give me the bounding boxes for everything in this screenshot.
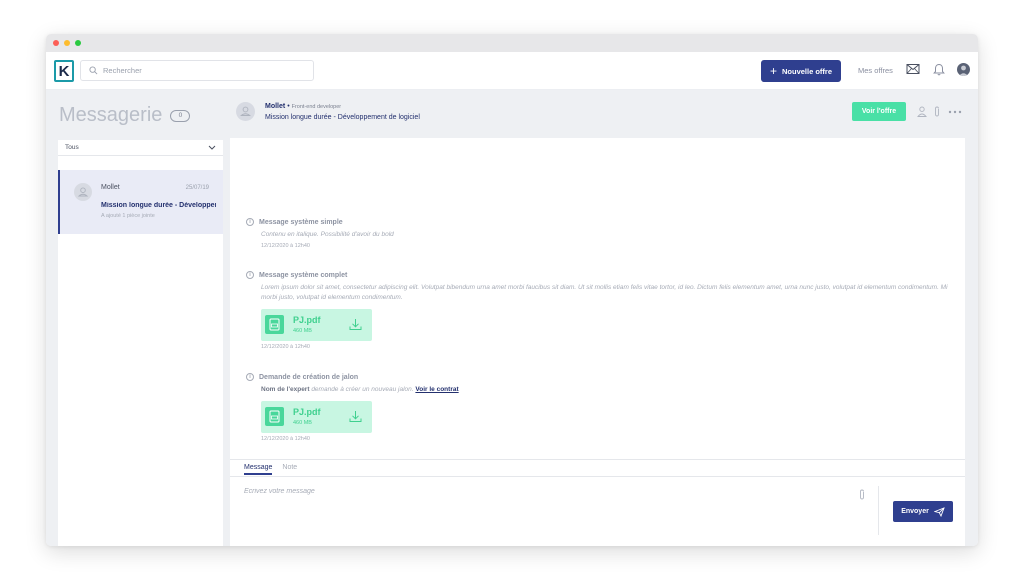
- message-timestamp: 12/12/2020 à 12h40: [261, 243, 310, 249]
- conversation-item[interactable]: Mollet 25/07/19 Mission longue durée - D…: [58, 170, 223, 234]
- user-avatar[interactable]: [957, 63, 970, 76]
- message-header: i Message système complet: [246, 271, 958, 279]
- top-navigation: K + Nouvelle offre Mes offres: [46, 52, 978, 90]
- separator-dot: •: [287, 103, 290, 110]
- download-icon[interactable]: [349, 318, 362, 331]
- composer-tabs: Message Note: [244, 464, 297, 475]
- contact-role: Front-end developer: [291, 104, 342, 110]
- my-offers-link[interactable]: Mes offres: [858, 66, 893, 75]
- filter-value: Tous: [65, 144, 79, 151]
- conversation-list-panel: Tous Mollet 25/07/19 Mission longue duré…: [58, 140, 223, 546]
- unread-count-badge: 0: [170, 109, 191, 122]
- message-header: i Message système simple: [246, 218, 958, 226]
- message-input[interactable]: [244, 488, 844, 495]
- message-body: Contenu en italique. Possibilité d'avoir…: [261, 231, 394, 238]
- attachment-size: 460 MB: [293, 420, 312, 426]
- page-title: Messagerie: [59, 104, 163, 126]
- user-icon: [959, 65, 968, 76]
- more-options-icon[interactable]: [948, 110, 962, 114]
- plus-icon: +: [769, 64, 777, 78]
- app-window: K + Nouvelle offre Mes offres Messagerie…: [46, 34, 978, 546]
- tabs-divider: [230, 476, 965, 477]
- view-contract-link[interactable]: Voir le contrat: [415, 386, 458, 393]
- conversation-subject: Mission longue durée - Développement de …: [101, 202, 216, 209]
- sidebar-header: Messagerie 0: [59, 104, 191, 127]
- send-button[interactable]: Envoyer: [893, 501, 953, 522]
- close-window-button[interactable]: [53, 40, 59, 46]
- pdf-file-icon: [265, 407, 284, 426]
- minimize-window-button[interactable]: [64, 40, 70, 46]
- search-icon: [89, 66, 98, 75]
- person-placeholder-icon: [77, 187, 89, 197]
- new-offer-label: Nouvelle offre: [782, 66, 833, 76]
- attachment-card[interactable]: PJ.pdf 460 MB: [261, 401, 372, 433]
- message-composer: Message Note Envoyer: [230, 459, 965, 546]
- maximize-window-button[interactable]: [75, 40, 81, 46]
- contact-avatar: [236, 102, 255, 121]
- logo-letter: K: [58, 62, 70, 80]
- attachment-name: PJ.pdf: [293, 407, 321, 417]
- chevron-down-icon: [208, 145, 216, 150]
- system-message: i Message système complet Lorem ipsum do…: [246, 271, 958, 350]
- contact-name: Mollet: [265, 103, 286, 110]
- contact-line: Mollet • Front-end developer: [265, 103, 341, 110]
- message-title: Message système simple: [259, 218, 343, 226]
- message-body: Lorem ipsum dolor sit amet, consectetur …: [261, 284, 948, 301]
- composer-divider: [878, 486, 879, 535]
- main-area: Messagerie 0 Tous Mollet 25/07/19 Missio…: [46, 90, 978, 546]
- new-offer-button[interactable]: + Nouvelle offre: [761, 60, 841, 82]
- expert-name: Nom de l'expert: [261, 386, 310, 393]
- attach-file-icon[interactable]: [858, 489, 866, 500]
- tab-note[interactable]: Note: [282, 464, 297, 475]
- window-titlebar: [46, 34, 978, 52]
- conversation-filter-select[interactable]: Tous: [58, 140, 223, 156]
- app-logo[interactable]: K: [54, 60, 74, 82]
- tab-message[interactable]: Message: [244, 464, 273, 475]
- bell-icon[interactable]: [933, 63, 945, 76]
- system-message: i Message système simple Contenu en ital…: [246, 218, 958, 249]
- send-label: Envoyer: [901, 508, 929, 515]
- send-icon: [933, 506, 945, 517]
- attachment-card[interactable]: PJ.pdf 460 MB: [261, 309, 372, 341]
- system-message: i Demande de création de jalon Nom de l'…: [246, 373, 958, 442]
- message-title: Message système complet: [259, 271, 348, 279]
- message-header: i Demande de création de jalon: [246, 373, 958, 381]
- message-body: Nom de l'expert demande à créer un nouve…: [261, 385, 958, 395]
- info-icon: i: [246, 271, 254, 279]
- pdf-file-icon: [265, 315, 284, 334]
- search-input[interactable]: [103, 66, 283, 75]
- attachment-name: PJ.pdf: [293, 315, 321, 325]
- message-timestamp: 12/12/2020 à 12h40: [261, 344, 310, 350]
- download-icon[interactable]: [349, 410, 362, 423]
- message-timestamp: 12/12/2020 à 12h40: [261, 436, 310, 442]
- attachment-size: 460 MB: [293, 328, 312, 334]
- message-text: demande à créer un nouveau jalon.: [309, 386, 416, 393]
- conversation-date: 25/07/19: [185, 185, 209, 191]
- person-placeholder-icon: [240, 106, 251, 116]
- conversation-preview: A ajouté 1 pièce jointe: [101, 213, 155, 219]
- message-thread: i Message système simple Contenu en ital…: [230, 138, 965, 546]
- conversation-name: Mollet: [101, 184, 120, 191]
- person-icon[interactable]: [917, 106, 927, 117]
- mail-icon[interactable]: [906, 63, 920, 75]
- paperclip-icon[interactable]: [933, 106, 941, 117]
- search-box[interactable]: [80, 60, 314, 81]
- info-icon: i: [246, 373, 254, 381]
- contact-avatar: [74, 183, 92, 201]
- message-title: Demande de création de jalon: [259, 373, 359, 381]
- info-icon: i: [246, 218, 254, 226]
- mission-title: Mission longue durée - Développement de …: [265, 114, 420, 121]
- view-offer-button[interactable]: Voir l'offre: [852, 102, 906, 121]
